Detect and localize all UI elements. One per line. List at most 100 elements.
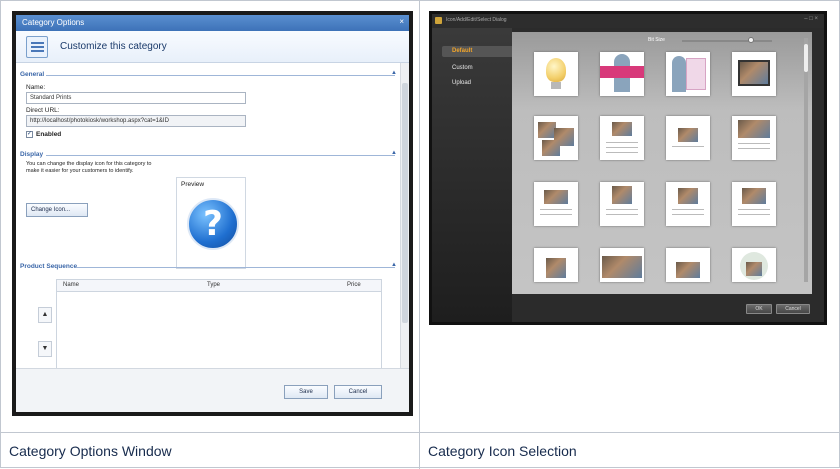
calendar-photo	[612, 122, 632, 136]
window-controls[interactable]: – □ ×	[804, 16, 818, 22]
calendar-photo	[742, 188, 766, 204]
icon-tile-partial[interactable]	[600, 248, 644, 282]
section-divider	[76, 267, 395, 268]
close-icon[interactable]: ×	[399, 17, 404, 26]
question-mark-icon: ?	[187, 198, 239, 250]
icon-source-sidebar: Default Custom Upload	[432, 28, 516, 322]
table-cell-right-caption: Category Icon Selection	[420, 433, 840, 469]
calendar-grid	[738, 214, 770, 215]
cancel-button[interactable]: Cancel	[776, 304, 810, 314]
calendar-grid	[738, 143, 770, 144]
app-icon	[435, 17, 442, 24]
move-up-button[interactable]: ▲	[38, 307, 52, 323]
window-title: Icon/Add/Edit/Select Dialog	[446, 17, 507, 23]
lightbulb-icon	[546, 58, 566, 82]
icon-preview-box: Preview ?	[176, 177, 246, 269]
icon-tile-banner[interactable]	[600, 52, 644, 96]
enabled-label: Enabled	[36, 131, 62, 138]
direct-url-label: Direct URL:	[26, 107, 60, 114]
zoom-slider[interactable]	[682, 40, 772, 42]
icon-tile-calendar-b[interactable]	[534, 182, 578, 226]
window-body: Customize this category General ▲ Name: …	[16, 31, 409, 412]
column-header-type[interactable]: Type	[207, 282, 220, 288]
framed-photo-icon	[738, 60, 770, 86]
section-general-title: General	[20, 71, 45, 78]
icon-tile-partial[interactable]	[732, 248, 776, 282]
change-icon-button[interactable]: Change Icon...	[26, 203, 88, 217]
icon-tile-calendar-e[interactable]	[732, 182, 776, 226]
banner-ribbon	[600, 66, 644, 78]
calendar-grid	[540, 209, 572, 210]
ok-button[interactable]: OK	[746, 304, 772, 314]
photo-icon	[546, 258, 566, 278]
icon-gallery-panel: Bit Size	[512, 32, 812, 294]
window-title: Category Options	[22, 18, 85, 27]
sidebar-item-upload[interactable]: Upload	[452, 80, 471, 86]
calendar-grid	[738, 148, 770, 149]
vertical-scrollbar[interactable]	[400, 63, 409, 368]
icon-tile-calendar-d[interactable]	[666, 182, 710, 226]
scrollbar-thumb[interactable]	[804, 44, 808, 72]
sidebar-item-custom[interactable]: Custom	[452, 65, 473, 71]
icon-tile-desk-calendar[interactable]	[666, 116, 710, 160]
photo-icon	[542, 140, 560, 156]
gallery-scrollbar[interactable]	[804, 38, 808, 282]
icon-tile-calendar-c[interactable]	[600, 182, 644, 226]
product-sequence-grid[interactable]: Name Type Price	[56, 279, 382, 369]
save-button[interactable]: Save	[284, 385, 328, 399]
table-cell-right-image: Icon/Add/Edit/Select Dialog – □ × Defaul…	[420, 1, 840, 433]
sidebar-item-default[interactable]: Default	[442, 46, 516, 57]
column-header-name[interactable]: Name	[63, 282, 79, 288]
dialog-header: Customize this category	[16, 31, 409, 63]
calendar-grid	[606, 152, 638, 153]
move-down-button[interactable]: ▼	[38, 341, 52, 357]
calendar-photo	[738, 120, 770, 138]
section-divider	[46, 155, 395, 156]
photo-icon	[746, 262, 762, 276]
enabled-checkbox[interactable]: ✓	[26, 131, 33, 138]
window-titlebar: Icon/Add/Edit/Select Dialog – □ ×	[432, 14, 824, 28]
calendar-photo	[678, 128, 698, 142]
table-cell-left-image: Category Options × Customize this catego…	[1, 1, 420, 433]
person-silhouette-icon	[672, 56, 686, 92]
caption-right: Category Icon Selection	[428, 443, 577, 459]
icon-tile-partial[interactable]	[666, 248, 710, 282]
collapse-caret-icon[interactable]: ▲	[391, 150, 397, 156]
zoom-slider-handle[interactable]	[748, 37, 754, 43]
direct-url-field[interactable]: http://localhost/photokiosk/workshop.asp…	[26, 115, 246, 127]
icon-tile-lightbulb[interactable]	[534, 52, 578, 96]
icon-tile-calendar-a[interactable]	[600, 116, 644, 160]
preview-label: Preview	[181, 181, 205, 188]
icon-selection-window: Icon/Add/Edit/Select Dialog – □ × Defaul…	[429, 11, 827, 325]
section-display-title: Display	[20, 151, 44, 158]
photo-icon	[602, 256, 642, 278]
collapse-caret-icon[interactable]: ▲	[391, 70, 397, 76]
icon-tile-poster[interactable]	[666, 52, 710, 96]
name-field[interactable]: Standard Prints	[26, 92, 246, 104]
scrollbar-thumb[interactable]	[402, 83, 408, 323]
dialog-header-title: Customize this category	[60, 41, 167, 52]
icon-tile-framed-photo[interactable]	[732, 52, 776, 96]
window-titlebar: Category Options ×	[16, 15, 409, 31]
confluence-table: Category Options × Customize this catego…	[0, 0, 840, 469]
calendar-grid	[672, 146, 704, 147]
calendar-photo	[678, 188, 698, 204]
poster-print	[686, 58, 706, 90]
icon-tile-collage[interactable]	[534, 116, 578, 160]
photo-icon	[676, 262, 700, 278]
display-help-text: You can change the display icon for this…	[26, 161, 152, 174]
grid-header: Name Type Price	[57, 280, 381, 292]
column-header-price[interactable]: Price	[347, 282, 361, 288]
table-cell-left-caption: Category Options Window	[1, 433, 420, 469]
collapse-caret-icon[interactable]: ▲	[391, 262, 397, 268]
section-divider	[46, 75, 395, 76]
cancel-button[interactable]: Cancel	[334, 385, 382, 399]
icon-tile-partial[interactable]	[534, 248, 578, 282]
dialog-footer: Save Cancel	[16, 368, 409, 412]
caption-left: Category Options Window	[9, 443, 172, 459]
calendar-grid	[738, 209, 770, 210]
name-label: Name:	[26, 84, 46, 91]
list-icon	[26, 36, 48, 58]
calendar-grid	[606, 147, 638, 148]
icon-tile-wall-calendar[interactable]	[732, 116, 776, 160]
